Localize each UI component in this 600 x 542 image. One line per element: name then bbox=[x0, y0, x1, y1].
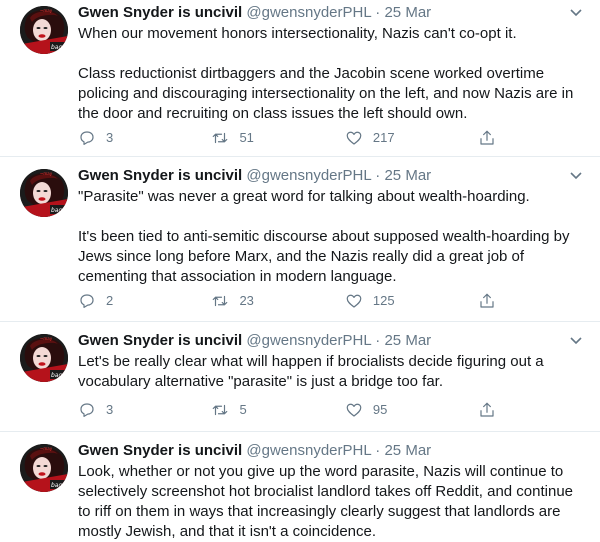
share-button[interactable] bbox=[478, 291, 508, 311]
tweet-header: Gwen Snyder is uncivil @gwensnyderPHL · … bbox=[78, 331, 560, 351]
author-handle[interactable]: @gwensnyderPHL bbox=[246, 332, 371, 349]
like-icon bbox=[346, 294, 362, 308]
author-handle[interactable]: @gwensnyderPHL bbox=[246, 442, 371, 459]
timestamp[interactable]: 25 Mar bbox=[384, 442, 431, 459]
tweet[interactable]: Gwen Snyder is uncivil @gwensnyderPHL · … bbox=[0, 432, 600, 542]
author-handle[interactable]: @gwensnyderPHL bbox=[246, 4, 371, 21]
share-icon bbox=[480, 130, 494, 145]
tweet-text: Let's be really clear what will happen i… bbox=[78, 352, 586, 392]
avatar[interactable] bbox=[20, 334, 68, 382]
like-count: 125 bbox=[372, 293, 395, 308]
like-button[interactable]: 217 bbox=[345, 128, 478, 148]
like-button[interactable]: 125 bbox=[345, 291, 478, 311]
tweet[interactable]: Gwen Snyder is uncivil @gwensnyderPHL · … bbox=[0, 157, 600, 322]
separator: · bbox=[375, 167, 381, 184]
reply-button[interactable]: 3 bbox=[78, 400, 211, 420]
like-icon bbox=[346, 131, 362, 145]
tweet-text: Look, whether or not you give up the wor… bbox=[78, 462, 586, 542]
timestamp[interactable]: 25 Mar bbox=[384, 167, 431, 184]
tweet[interactable]: Gwen Snyder is uncivil @gwensnyderPHL · … bbox=[0, 0, 600, 157]
author-name[interactable]: Gwen Snyder is uncivil bbox=[78, 442, 242, 459]
share-icon bbox=[480, 293, 494, 308]
reply-count: 2 bbox=[106, 293, 114, 308]
reply-button[interactable]: 2 bbox=[78, 291, 211, 311]
reply-button[interactable]: 3 bbox=[78, 128, 211, 148]
retweet-count: 51 bbox=[239, 130, 254, 145]
retweet-button[interactable]: 23 bbox=[211, 291, 344, 311]
tweet-paragraph: Look, whether or not you give up the wor… bbox=[78, 463, 574, 540]
author-name[interactable]: Gwen Snyder is uncivil bbox=[78, 332, 242, 349]
share-button[interactable] bbox=[478, 128, 508, 148]
separator: · bbox=[375, 442, 381, 459]
tweet-paragraph: It's been tied to anti-semitic discourse… bbox=[78, 228, 570, 285]
tweet-text: "Parasite" was never a great word for ta… bbox=[78, 187, 586, 287]
retweet-count: 23 bbox=[239, 293, 254, 308]
reply-count: 3 bbox=[106, 402, 114, 417]
separator: · bbox=[375, 4, 381, 21]
chevron-down-icon[interactable] bbox=[566, 3, 586, 23]
retweet-button[interactable]: 5 bbox=[211, 400, 344, 420]
author-handle[interactable]: @gwensnyderPHL bbox=[246, 167, 371, 184]
timestamp[interactable]: 25 Mar bbox=[384, 4, 431, 21]
chevron-down-icon[interactable] bbox=[566, 331, 586, 351]
tweet-actions: 3 51 217 bbox=[78, 128, 508, 148]
tweet-text: When our movement honors intersectionali… bbox=[78, 24, 586, 124]
tweet-header: Gwen Snyder is uncivil @gwensnyderPHL · … bbox=[78, 166, 560, 186]
tweet[interactable]: Gwen Snyder is uncivil @gwensnyderPHL · … bbox=[0, 322, 600, 432]
tweet-paragraph: Let's be really clear what will happen i… bbox=[78, 353, 544, 390]
reply-count: 3 bbox=[106, 130, 114, 145]
avatar[interactable] bbox=[20, 444, 68, 492]
reply-icon bbox=[80, 403, 94, 417]
retweet-count: 5 bbox=[239, 402, 247, 417]
share-button[interactable] bbox=[478, 400, 508, 420]
timestamp[interactable]: 25 Mar bbox=[384, 332, 431, 349]
retweet-icon bbox=[213, 132, 228, 144]
author-name[interactable]: Gwen Snyder is uncivil bbox=[78, 167, 242, 184]
chevron-down-icon[interactable] bbox=[566, 166, 586, 186]
reply-icon bbox=[80, 131, 94, 145]
like-icon bbox=[346, 403, 362, 417]
like-count: 217 bbox=[372, 130, 395, 145]
retweet-button[interactable]: 51 bbox=[211, 128, 344, 148]
retweet-icon bbox=[213, 295, 228, 307]
avatar[interactable] bbox=[20, 169, 68, 217]
tweet-paragraph: "Parasite" was never a great word for ta… bbox=[78, 188, 530, 205]
tweet-header: Gwen Snyder is uncivil @gwensnyderPHL · … bbox=[78, 441, 560, 461]
like-button[interactable]: 95 bbox=[345, 400, 478, 420]
tweet-paragraph: When our movement honors intersectionali… bbox=[78, 25, 517, 42]
retweet-icon bbox=[213, 404, 228, 416]
tweet-header: Gwen Snyder is uncivil @gwensnyderPHL · … bbox=[78, 3, 560, 23]
tweet-actions: 2 23 125 bbox=[78, 291, 508, 311]
reply-icon bbox=[80, 294, 94, 308]
author-name[interactable]: Gwen Snyder is uncivil bbox=[78, 4, 242, 21]
share-icon bbox=[480, 402, 494, 417]
separator: · bbox=[375, 332, 381, 349]
avatar[interactable] bbox=[20, 6, 68, 54]
tweet-paragraph: Class reductionist dirtbaggers and the J… bbox=[78, 65, 574, 122]
like-count: 95 bbox=[372, 402, 388, 417]
tweet-actions: 3 5 95 bbox=[78, 400, 508, 420]
